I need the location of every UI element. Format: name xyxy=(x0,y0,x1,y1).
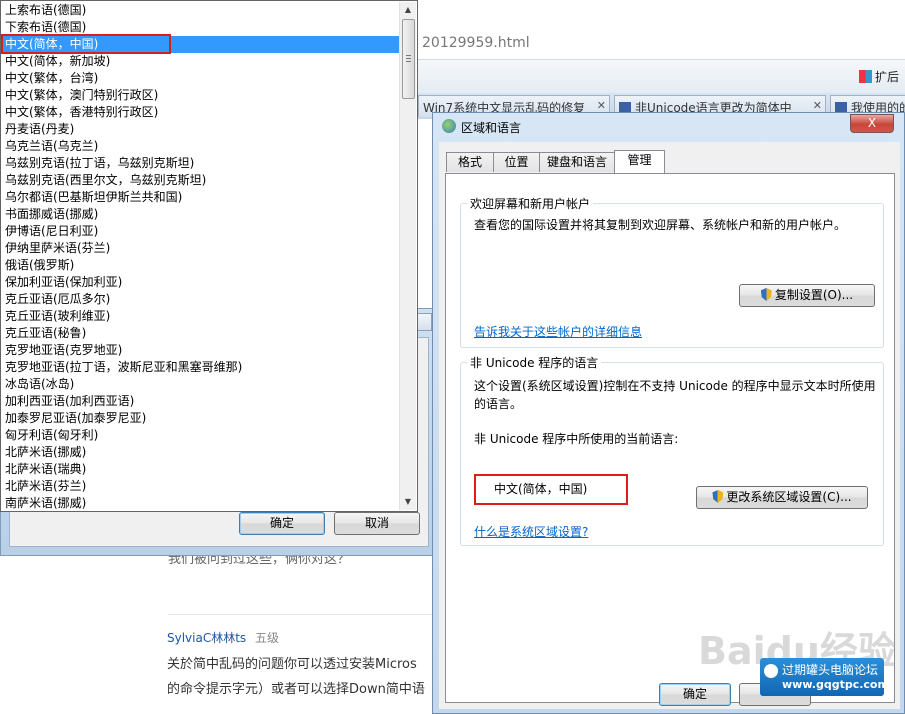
dropdown-item[interactable]: 乌兹别克语(西里尔文，乌兹别克斯坦) xyxy=(3,172,206,189)
language-dropdown-list[interactable]: 上索布语(德国) 下索布语(德国) 中文(简体，中国) 中文(简体，新加坡) 中文(繁体… xyxy=(0,0,418,512)
comment-area: 我们被问到过这些，俩你对这？ SylviaC林林ts 五级 关於简中乱码的问题你… xyxy=(160,540,440,714)
tab-location[interactable]: 位置 xyxy=(493,152,540,172)
tab-administrative[interactable]: 管理 xyxy=(614,150,665,173)
dropdown-item[interactable]: 中文(繁体，台湾) xyxy=(3,70,98,87)
shield-icon xyxy=(712,490,724,503)
dropdown-item[interactable]: 克罗地亚语(克罗地亚) xyxy=(3,342,122,359)
dropdown-item[interactable]: 丹麦语(丹麦) xyxy=(3,121,74,138)
system-locale-help-link[interactable]: 什么是系统区域设置? xyxy=(474,523,588,540)
forum-watermark: 过期罐头电脑论坛 www.gqgtpc.com xyxy=(760,658,889,696)
grip-line xyxy=(406,55,411,56)
scroll-up-arrow-icon[interactable]: ▲ xyxy=(400,2,416,18)
comment-divider xyxy=(168,614,433,615)
dropdown-item[interactable]: 上索布语(德国) xyxy=(3,2,86,19)
scroll-thumb[interactable] xyxy=(402,19,415,99)
dropdown-item[interactable]: 克罗地亚语(拉丁语，波斯尼亚和黑塞哥维那) xyxy=(3,359,242,376)
dropdown-item[interactable]: 书面挪威语(挪威) xyxy=(3,206,98,223)
comment-text-line-1: 关於简中乱码的问题你可以透过安装Micros xyxy=(167,657,417,672)
address-text: 20129959.html xyxy=(422,35,530,51)
button-label: 更改系统区域设置(C)... xyxy=(726,490,852,504)
selection-highlight-box xyxy=(1,34,171,54)
dropdown-item[interactable]: 加泰罗尼亚语(加泰罗尼亚) xyxy=(3,410,146,427)
dropdown-item[interactable]: 克丘亚语(厄瓜多尔) xyxy=(3,291,110,308)
dropdown-item[interactable]: 伊纳里萨米语(芬兰) xyxy=(3,240,110,257)
grip-line xyxy=(406,61,411,62)
change-system-locale-button[interactable]: 更改系统区域设置(C)... xyxy=(696,486,868,509)
forum-url: www.gqgtpc.com xyxy=(782,678,889,691)
copy-settings-button[interactable]: 复制设置(O)... xyxy=(739,284,875,307)
extension-button[interactable]: 扩后 xyxy=(858,68,899,85)
dropdown-item[interactable]: 匈牙利语(匈牙利) xyxy=(3,427,98,444)
dropdown-item[interactable]: 乌克兰语(乌克兰) xyxy=(3,138,98,155)
forum-logo-icon xyxy=(764,664,778,678)
extension-label: 扩后 xyxy=(874,70,899,84)
dropdown-scrollbar[interactable]: ▲ ▼ xyxy=(399,2,416,510)
button-label: 复制设置(O)... xyxy=(774,288,854,302)
dropdown-item[interactable]: 北萨米语(芬兰) xyxy=(3,478,86,495)
dialog-ok-button[interactable]: 确定 xyxy=(659,683,731,706)
dropdown-item[interactable]: 克丘亚语(玻利维亚) xyxy=(3,308,110,325)
dropdown-item[interactable]: 北萨米语(瑞典) xyxy=(3,461,86,478)
current-language-value: 中文(简体，中国) xyxy=(474,474,628,505)
shield-icon xyxy=(760,288,772,301)
non-unicode-description: 这个设置(系统区域设置)控制在不支持 Unicode 的程序中显示文本时所使用的… xyxy=(474,379,876,411)
extension-icon xyxy=(858,70,872,83)
dropdown-item[interactable]: 加利西亚语(加利西亚语) xyxy=(3,393,134,410)
dropdown-item[interactable]: 乌兹别克语(拉丁语，乌兹别克斯坦) xyxy=(3,155,194,172)
dropdown-item[interactable]: 乌尔都语(巴基斯坦伊斯兰共和国) xyxy=(3,189,182,206)
tab-keyboard-language[interactable]: 键盘和语言 xyxy=(539,152,615,172)
dropdown-item[interactable]: 伊博语(尼日利亚) xyxy=(3,223,98,240)
dropdown-item[interactable]: 中文(繁体，香港特别行政区) xyxy=(3,104,158,121)
dropdown-item[interactable]: 俄语(俄罗斯) xyxy=(3,257,74,274)
welcome-description: 查看您的国际设置并将其复制到欢迎屏幕、系统帐户和新的用户帐户。 xyxy=(474,218,847,232)
forum-name: 过期罐头电脑论坛 xyxy=(782,663,879,677)
tab-format[interactable]: 格式 xyxy=(446,152,494,172)
dialog-title: 区域和语言 xyxy=(461,121,522,135)
close-icon[interactable]: ✕ xyxy=(597,99,606,112)
dropdown-item[interactable]: 北萨米语(挪威) xyxy=(3,444,86,461)
back-dialog-cancel-button[interactable]: 取消 xyxy=(334,512,420,535)
welcome-screen-group: 欢迎屏幕和新用户帐户 查看您的国际设置并将其复制到欢迎屏幕、系统帐户和新的用户帐… xyxy=(460,195,884,348)
dropdown-item[interactable]: 冰岛语(冰岛) xyxy=(3,376,74,393)
current-language-label: 非 Unicode 程序中所使用的当前语言: xyxy=(474,432,679,446)
back-dialog-ok-button[interactable]: 确定 xyxy=(239,512,325,535)
address-bar[interactable]: 20129959.html xyxy=(418,29,905,60)
comment-text-line-2: 的命令提示字元）或者可以选择Down简中语 xyxy=(167,682,425,697)
dropdown-item[interactable]: 克丘亚语(秘鲁) xyxy=(3,325,86,342)
dropdown-item[interactable]: 南萨米语(挪威) xyxy=(3,495,86,511)
comment-username[interactable]: SylviaC林林ts xyxy=(167,629,246,646)
dialog-close-button[interactable]: X xyxy=(850,114,894,133)
account-details-link[interactable]: 告诉我关于这些帐户的详细信息 xyxy=(474,323,642,340)
grip-line xyxy=(406,58,411,59)
scroll-down-arrow-icon[interactable]: ▼ xyxy=(400,494,416,510)
close-icon[interactable]: ✕ xyxy=(813,99,822,112)
dropdown-item[interactable]: 中文(简体，新加坡) xyxy=(3,53,110,70)
dropdown-item[interactable]: 中文(繁体，澳门特别行政区) xyxy=(3,87,158,104)
comment-level: 五级 xyxy=(255,631,280,645)
group-title: 非 Unicode 程序的语言 xyxy=(467,354,602,371)
group-title: 欢迎屏幕和新用户帐户 xyxy=(467,195,594,212)
globe-icon xyxy=(442,119,456,133)
non-unicode-group: 非 Unicode 程序的语言 这个设置(系统区域设置)控制在不支持 Unico… xyxy=(460,354,884,546)
browser-toolbar: 扩后 xyxy=(418,60,905,94)
dropdown-item[interactable]: 保加利亚语(保加利亚) xyxy=(3,274,122,291)
